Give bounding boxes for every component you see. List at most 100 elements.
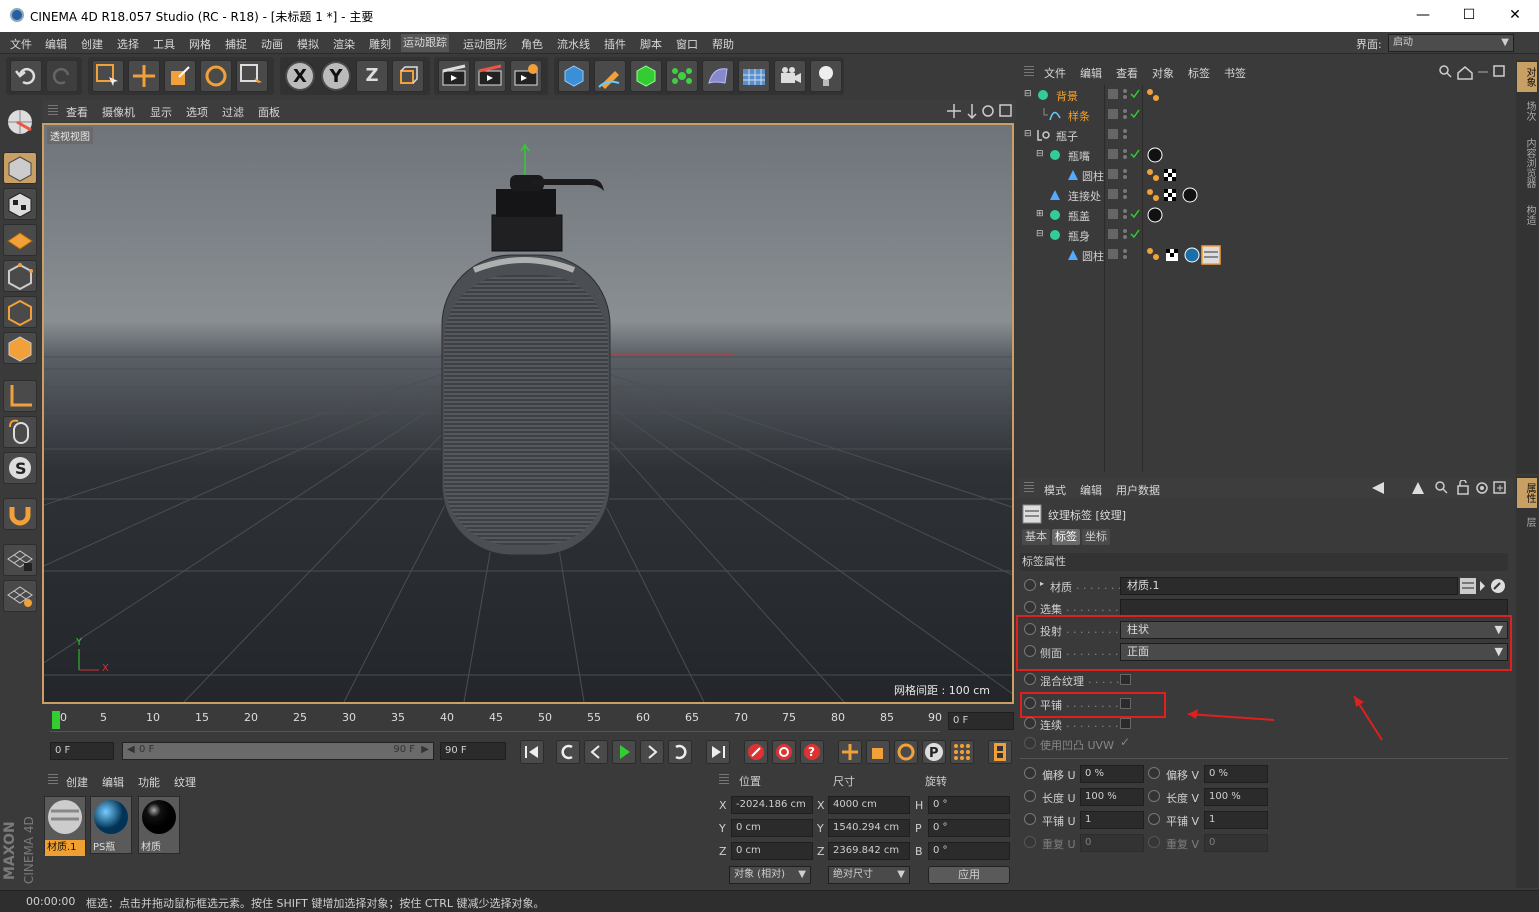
size-x-field[interactable]: 4000 cm <box>828 796 910 814</box>
expand-icon[interactable]: ⊟ <box>1036 229 1044 239</box>
menu-pipeline[interactable]: 流水线 <box>557 36 590 52</box>
mat-menu-texture[interactable]: 纹理 <box>174 774 196 790</box>
move-tool-button[interactable] <box>128 60 160 92</box>
om-menu-objects[interactable]: 对象 <box>1152 65 1174 81</box>
attr-menu-mode[interactable]: 模式 <box>1044 482 1066 498</box>
scale-tool-button[interactable] <box>164 60 196 92</box>
range-slider[interactable]: ◀ 0 F 90 F ▶ <box>122 742 434 760</box>
menu-character[interactable]: 角色 <box>521 36 543 52</box>
next-key-button[interactable] <box>668 740 692 764</box>
menu-mograph[interactable]: 运动图形 <box>463 36 507 52</box>
side-select[interactable]: 正面 ▼ <box>1120 643 1508 661</box>
visibility-toggle-icon[interactable] <box>1108 88 1140 102</box>
animate-radio[interactable] <box>1148 790 1160 802</box>
texture-tag-icon[interactable] <box>1146 88 1160 102</box>
pos-x-field[interactable]: -2024.186 cm <box>731 796 813 814</box>
object-row[interactable]: ⊞ 瓶盖 <box>1020 205 1510 225</box>
key-scale-button[interactable] <box>866 740 890 764</box>
visibility-toggle-icon[interactable] <box>1108 228 1140 242</box>
phong-and-checker-tags-icon[interactable] <box>1146 168 1178 182</box>
apply-button[interactable]: 应用 <box>928 866 1010 884</box>
rotate-tool-button[interactable] <box>200 60 232 92</box>
coordinate-system-button[interactable] <box>392 60 424 92</box>
menu-snap[interactable]: 捕捉 <box>225 36 247 52</box>
tiles-u-field[interactable]: 1 <box>1080 811 1144 829</box>
tab-structure[interactable]: 构造 <box>1517 200 1537 230</box>
auto-key-button[interactable] <box>772 740 796 764</box>
start-frame-field[interactable]: 0 F <box>50 742 114 760</box>
animate-radio[interactable] <box>1024 645 1036 657</box>
material-swatch[interactable]: 材质.1 <box>44 796 86 856</box>
material-swatch[interactable]: PS瓶 <box>90 796 132 854</box>
mat-menu-edit[interactable]: 编辑 <box>102 774 124 790</box>
om-header-icons[interactable] <box>1438 64 1510 80</box>
prev-key-button[interactable] <box>556 740 580 764</box>
timeline-window-button[interactable] <box>988 740 1012 764</box>
mix-checkbox[interactable] <box>1120 674 1131 685</box>
animate-radio[interactable] <box>1024 673 1036 685</box>
animate-radio[interactable] <box>1024 623 1036 635</box>
timeline-ruler[interactable]: 0 5 10 15 20 25 30 35 40 45 50 55 60 65 … <box>42 706 1016 736</box>
animate-radio[interactable] <box>1024 697 1036 709</box>
vp-menu-options[interactable]: 选项 <box>186 104 208 120</box>
key-position-button[interactable] <box>838 740 862 764</box>
menu-script[interactable]: 脚本 <box>640 36 662 52</box>
menu-file[interactable]: 文件 <box>10 36 32 52</box>
camera-button[interactable] <box>774 60 806 92</box>
om-menu-tags[interactable]: 标签 <box>1188 65 1210 81</box>
animate-radio[interactable] <box>1148 836 1160 848</box>
mat-menu-create[interactable]: 创建 <box>66 774 88 790</box>
attr-header-icons[interactable] <box>1368 480 1508 496</box>
object-row[interactable]: 样条 <box>1020 105 1510 125</box>
material-tag-black-icon[interactable] <box>1146 146 1164 164</box>
tab-basic[interactable]: 基本 <box>1022 529 1050 545</box>
expand-icon[interactable]: ⊟ <box>1036 149 1044 159</box>
rot-p-field[interactable]: 0 ° <box>928 819 1010 837</box>
play-button[interactable] <box>612 740 636 764</box>
length-u-field[interactable]: 100 % <box>1080 788 1144 806</box>
subdivision-surface-button[interactable] <box>630 60 662 92</box>
z-axis-lock[interactable]: Z <box>356 60 388 92</box>
expand-icon[interactable]: ⊞ <box>1036 209 1044 219</box>
snap-button[interactable]: S <box>3 452 37 484</box>
select-tool-button[interactable] <box>92 60 124 92</box>
material-link-buttons[interactable] <box>1460 577 1510 595</box>
texture-mode-button[interactable] <box>3 188 37 220</box>
deformer-button[interactable] <box>702 60 734 92</box>
edges-mode-button[interactable] <box>3 296 37 328</box>
attr-menu-userdata[interactable]: 用户数据 <box>1116 482 1160 498</box>
pos-z-field[interactable]: 0 cm <box>731 842 813 860</box>
menu-animate[interactable]: 动画 <box>261 36 283 52</box>
tab-takes[interactable]: 场次 <box>1517 96 1537 126</box>
key-param-button[interactable]: P <box>922 740 946 764</box>
tiles-v-field[interactable]: 1 <box>1204 811 1268 829</box>
tab-layers[interactable]: 层 <box>1517 512 1537 532</box>
model-mode-button[interactable] <box>3 152 37 184</box>
redo-button[interactable] <box>46 60 78 92</box>
undo-button[interactable] <box>10 60 42 92</box>
size-z-field[interactable]: 2369.842 cm <box>828 842 910 860</box>
animate-radio[interactable] <box>1024 767 1036 779</box>
animate-radio[interactable] <box>1024 601 1036 613</box>
vp-menu-view[interactable]: 查看 <box>66 104 88 120</box>
visibility-toggle-icon[interactable] <box>1108 248 1140 262</box>
polygons-mode-button[interactable] <box>3 332 37 364</box>
object-row[interactable]: 连接处 <box>1020 185 1510 205</box>
go-to-start-button[interactable] <box>520 740 544 764</box>
offset-u-field[interactable]: 0 % <box>1080 765 1144 783</box>
object-row[interactable]: ⊟ 瓶嘴 <box>1020 145 1510 165</box>
object-row[interactable]: 圆柱 <box>1020 245 1510 265</box>
menu-edit[interactable]: 编辑 <box>45 36 67 52</box>
tab-content-browser[interactable]: 内容浏览器 <box>1517 130 1537 196</box>
record-keys-button[interactable] <box>744 740 768 764</box>
layout-select[interactable]: 启动 ▼ <box>1388 34 1514 52</box>
grid-snap-button[interactable] <box>3 580 37 612</box>
spline-pen-button[interactable] <box>594 60 626 92</box>
om-menu-view[interactable]: 查看 <box>1116 65 1138 81</box>
material-tag-black-icon[interactable] <box>1146 206 1164 224</box>
cube-object-button[interactable] <box>558 60 590 92</box>
vp-menu-camera[interactable]: 摄像机 <box>102 104 135 120</box>
magnet-snap-button[interactable] <box>3 498 37 530</box>
om-menu-edit[interactable]: 编辑 <box>1080 65 1102 81</box>
render-picture-viewer-button[interactable] <box>474 60 506 92</box>
